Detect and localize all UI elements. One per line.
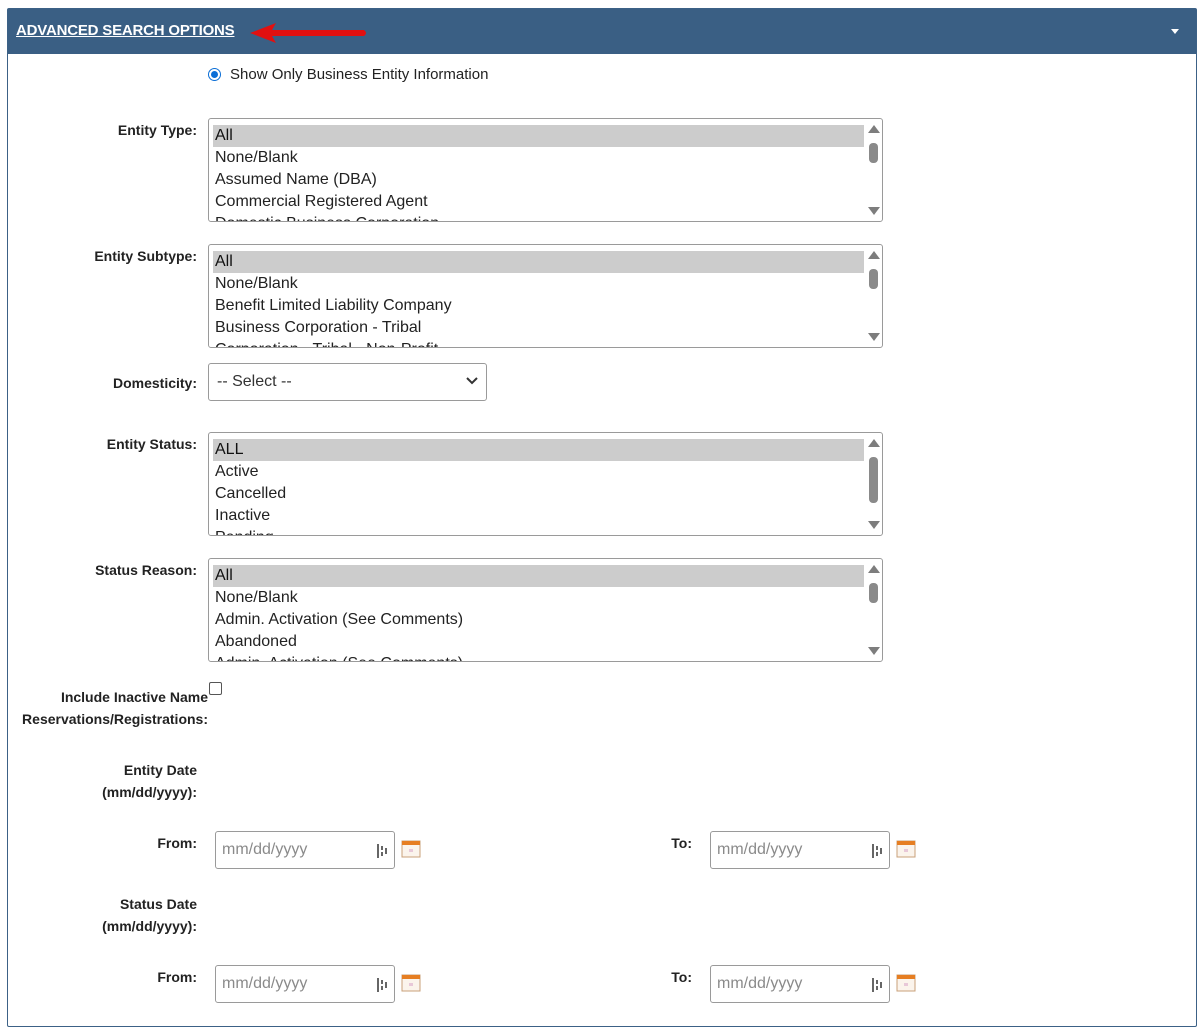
date-spinner-icon[interactable] bbox=[871, 843, 883, 859]
entity-date-label-line1: Entity Date bbox=[123, 762, 197, 778]
status-reason-listbox[interactable]: All None/Blank Admin. Activation (See Co… bbox=[208, 558, 883, 662]
status-date-from-label: From: bbox=[157, 969, 197, 985]
list-option[interactable]: Pending bbox=[213, 527, 864, 535]
scroll-thumb[interactable] bbox=[869, 583, 878, 603]
show-only-business-entity-radio-row[interactable]: Show Only Business Entity Information bbox=[208, 66, 488, 83]
scrollbar[interactable] bbox=[864, 119, 882, 221]
status-date-label-line2: (mm/dd/yyyy): bbox=[102, 918, 197, 934]
domesticity-label: Domesticity: bbox=[112, 375, 197, 391]
entity-date-to-label: To: bbox=[671, 835, 692, 851]
list-option[interactable]: Assumed Name (DBA) bbox=[213, 169, 864, 191]
scroll-down-icon[interactable] bbox=[868, 521, 880, 529]
calendar-icon[interactable] bbox=[401, 840, 421, 858]
date-spinner-icon[interactable] bbox=[376, 843, 388, 859]
list-option[interactable]: Commercial Registered Agent bbox=[213, 191, 864, 213]
list-option[interactable]: Active bbox=[213, 461, 864, 483]
entity-subtype-listbox[interactable]: All None/Blank Benefit Limited Liability… bbox=[208, 244, 883, 348]
radio-label: Show Only Business Entity Information bbox=[230, 66, 489, 83]
calendar-icon[interactable] bbox=[401, 974, 421, 992]
status-date-label: Status Date (mm/dd/yyyy): bbox=[60, 893, 197, 937]
entity-type-listbox[interactable]: All None/Blank Assumed Name (DBA) Commer… bbox=[208, 118, 883, 222]
list-option[interactable]: Business Corporation - Tribal bbox=[213, 317, 864, 339]
entity-type-label: Entity Type: bbox=[117, 122, 197, 138]
list-option[interactable]: Inactive bbox=[213, 505, 864, 527]
calendar-icon[interactable] bbox=[896, 974, 916, 992]
scrollbar[interactable] bbox=[864, 433, 882, 535]
scroll-down-icon[interactable] bbox=[868, 207, 880, 215]
red-arrow-icon bbox=[250, 23, 366, 43]
date-placeholder: mm/dd/yyyy bbox=[717, 975, 803, 992]
list-option[interactable]: Admin. Activation (See Comments) bbox=[213, 653, 864, 661]
calendar-icon[interactable] bbox=[896, 840, 916, 858]
list-option[interactable]: All bbox=[213, 565, 864, 587]
date-placeholder: mm/dd/yyyy bbox=[222, 975, 308, 992]
domesticity-selected-value: -- Select -- bbox=[217, 373, 292, 390]
scrollbar[interactable] bbox=[864, 559, 882, 661]
include-inactive-checkbox[interactable] bbox=[209, 682, 222, 695]
entity-date-to-input[interactable]: mm/dd/yyyy bbox=[710, 831, 890, 869]
list-option[interactable]: All bbox=[213, 251, 864, 273]
scroll-up-icon[interactable] bbox=[868, 125, 880, 133]
show-only-business-entity-radio[interactable] bbox=[208, 68, 221, 81]
list-option[interactable]: Domestic Business Corporation bbox=[213, 213, 864, 221]
include-inactive-label: Include Inactive Name Reservations/Regis… bbox=[10, 686, 208, 730]
caret-down-icon[interactable] bbox=[1171, 29, 1179, 34]
scroll-thumb[interactable] bbox=[869, 457, 878, 503]
status-date-to-label: To: bbox=[671, 969, 692, 985]
scroll-thumb[interactable] bbox=[869, 269, 878, 289]
entity-status-listbox[interactable]: ALL Active Cancelled Inactive Pending bbox=[208, 432, 883, 536]
scrollbar[interactable] bbox=[864, 245, 882, 347]
list-option[interactable]: None/Blank bbox=[213, 587, 864, 609]
scroll-up-icon[interactable] bbox=[868, 565, 880, 573]
date-spinner-icon[interactable] bbox=[871, 977, 883, 993]
status-date-to-input[interactable]: mm/dd/yyyy bbox=[710, 965, 890, 1003]
scroll-up-icon[interactable] bbox=[868, 439, 880, 447]
entity-date-from-label: From: bbox=[157, 835, 197, 851]
status-date-from-input[interactable]: mm/dd/yyyy bbox=[215, 965, 395, 1003]
include-inactive-label-line2: Reservations/Registrations: bbox=[22, 711, 208, 727]
entity-status-label: Entity Status: bbox=[106, 436, 197, 452]
advanced-search-toggle-link[interactable]: ADVANCED SEARCH OPTIONS bbox=[16, 22, 235, 39]
scroll-thumb[interactable] bbox=[869, 143, 878, 163]
list-option[interactable]: Cancelled bbox=[213, 483, 864, 505]
list-option[interactable]: All bbox=[213, 125, 864, 147]
list-option[interactable]: Admin. Activation (See Comments) bbox=[213, 609, 864, 631]
chevron-down-icon bbox=[466, 377, 478, 385]
entity-subtype-label: Entity Subtype: bbox=[94, 248, 197, 264]
list-option[interactable]: ALL bbox=[213, 439, 864, 461]
date-placeholder: mm/dd/yyyy bbox=[222, 841, 308, 858]
status-reason-label: Status Reason: bbox=[95, 562, 197, 578]
entity-date-from-input[interactable]: mm/dd/yyyy bbox=[215, 831, 395, 869]
include-inactive-label-line1: Include Inactive Name bbox=[60, 689, 208, 705]
date-spinner-icon[interactable] bbox=[376, 977, 388, 993]
domesticity-select[interactable]: -- Select -- bbox=[208, 363, 487, 401]
list-option[interactable]: Corporation - Tribal - Non-Profit bbox=[213, 339, 864, 347]
panel-header[interactable]: ADVANCED SEARCH OPTIONS bbox=[8, 9, 1196, 54]
date-placeholder: mm/dd/yyyy bbox=[717, 841, 803, 858]
status-date-label-line1: Status Date bbox=[119, 896, 197, 912]
scroll-down-icon[interactable] bbox=[868, 647, 880, 655]
list-option[interactable]: None/Blank bbox=[213, 273, 864, 295]
entity-date-label: Entity Date (mm/dd/yyyy): bbox=[60, 759, 197, 803]
list-option[interactable]: None/Blank bbox=[213, 147, 864, 169]
entity-date-label-line2: (mm/dd/yyyy): bbox=[102, 784, 197, 800]
list-option[interactable]: Abandoned bbox=[213, 631, 864, 653]
scroll-down-icon[interactable] bbox=[868, 333, 880, 341]
list-option[interactable]: Benefit Limited Liability Company bbox=[213, 295, 864, 317]
scroll-up-icon[interactable] bbox=[868, 251, 880, 259]
